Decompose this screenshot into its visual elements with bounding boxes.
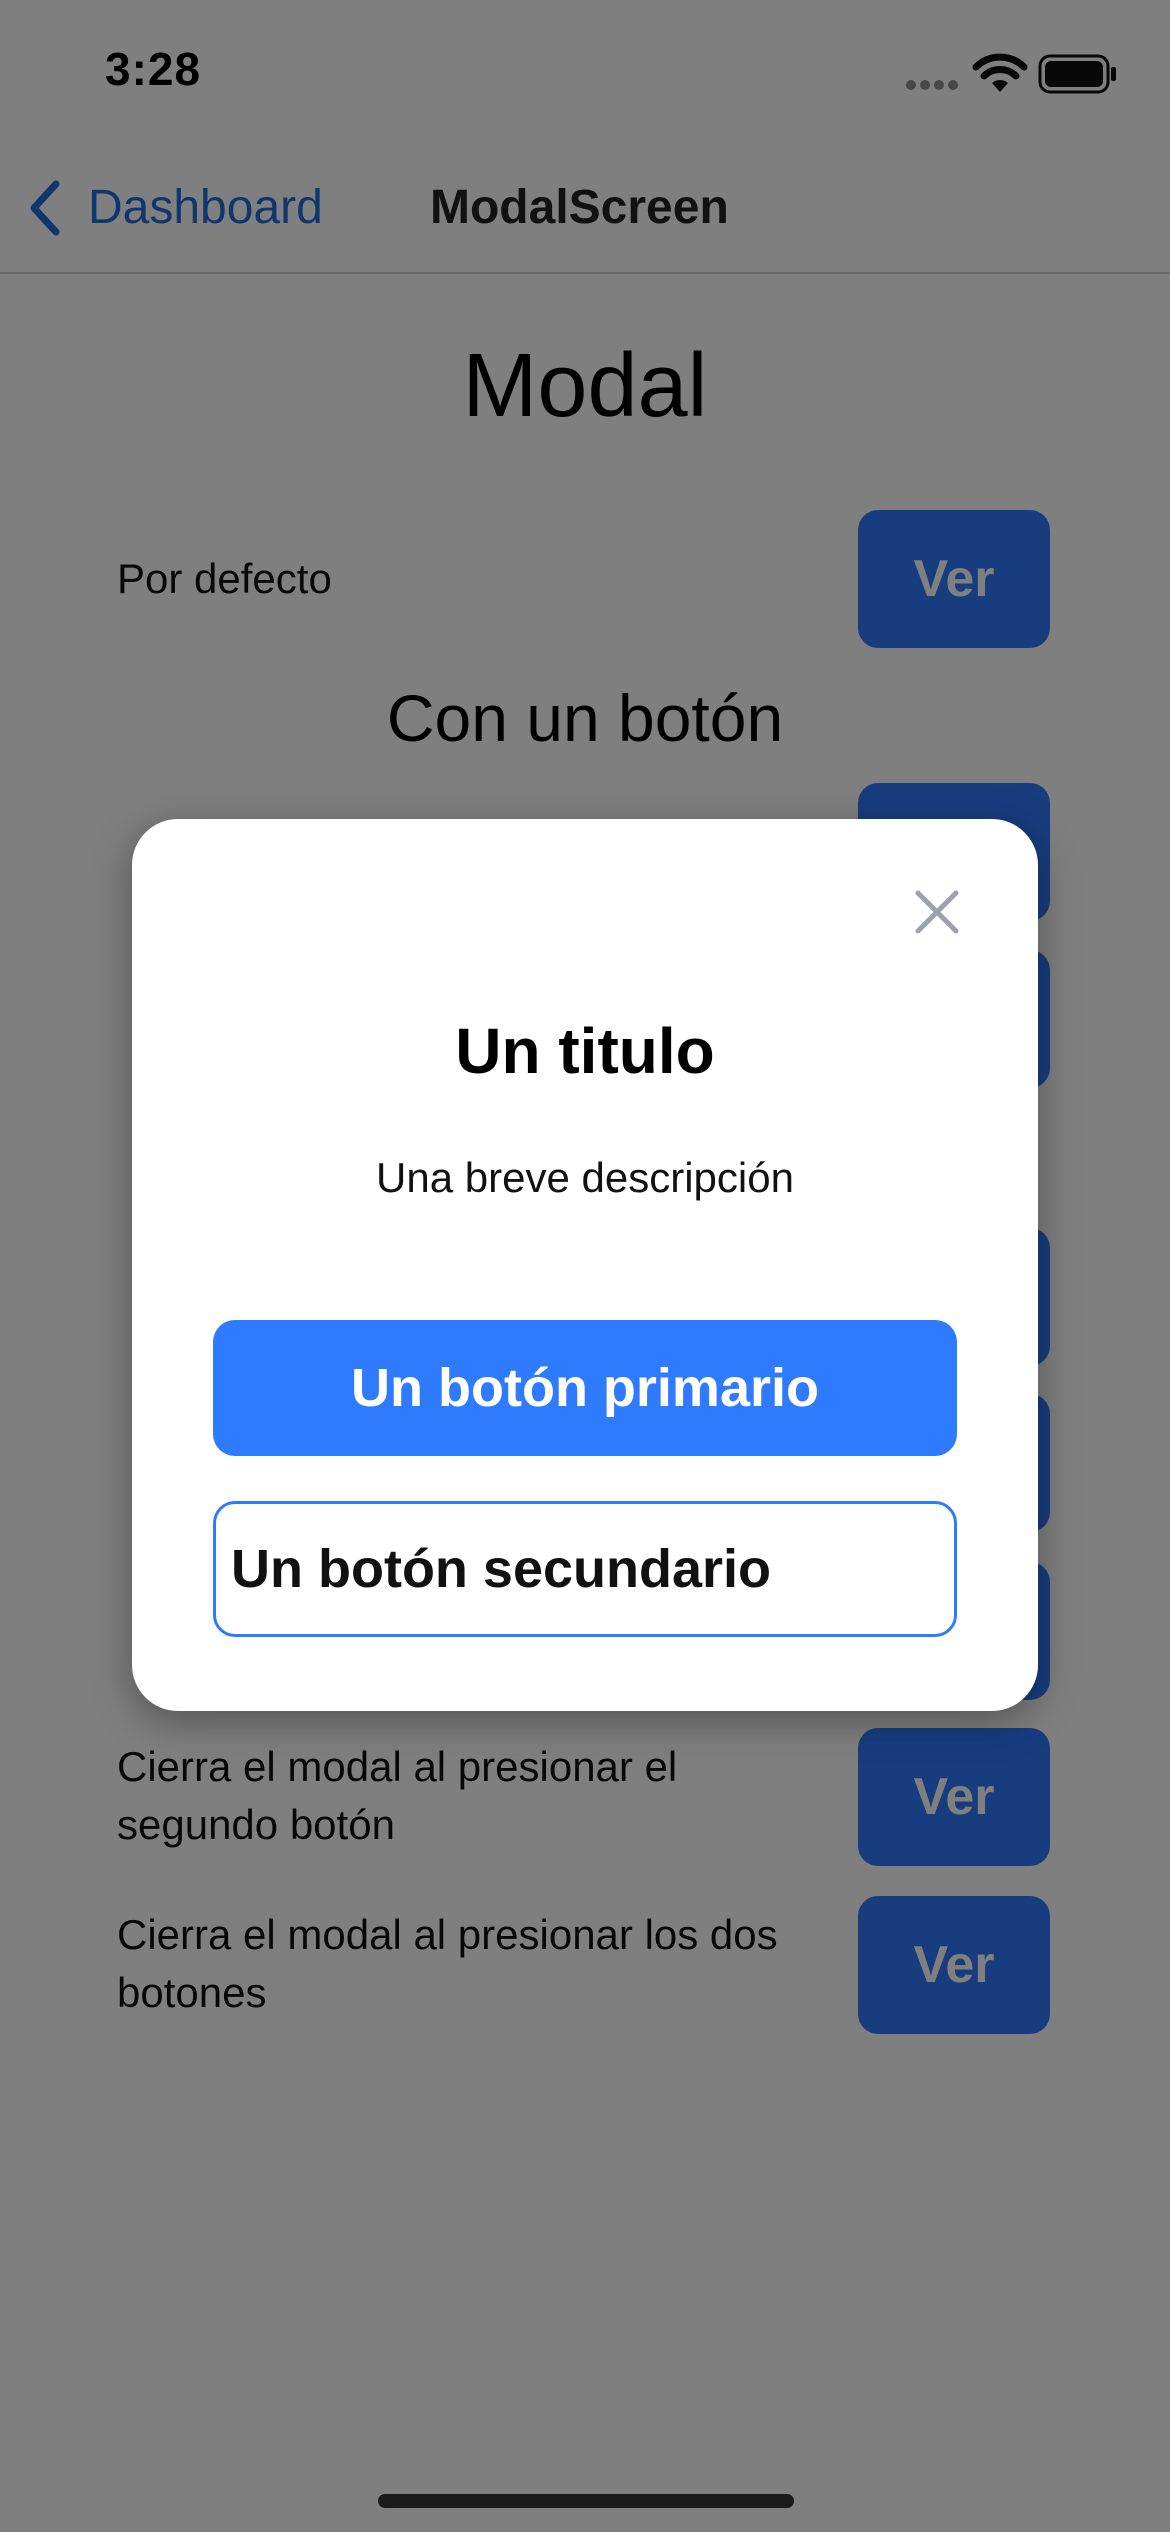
home-indicator [378, 2494, 794, 2508]
modal-description: Una breve descripción [376, 1154, 794, 1201]
close-icon[interactable] [912, 887, 962, 937]
primary-button[interactable]: Un botón primario [213, 1320, 957, 1456]
modal-dialog: Un titulo Una breve descripción Un botón… [132, 819, 1038, 1711]
secondary-button[interactable]: Un botón secundario [213, 1501, 957, 1637]
modal-title: Un titulo [455, 1015, 715, 1087]
